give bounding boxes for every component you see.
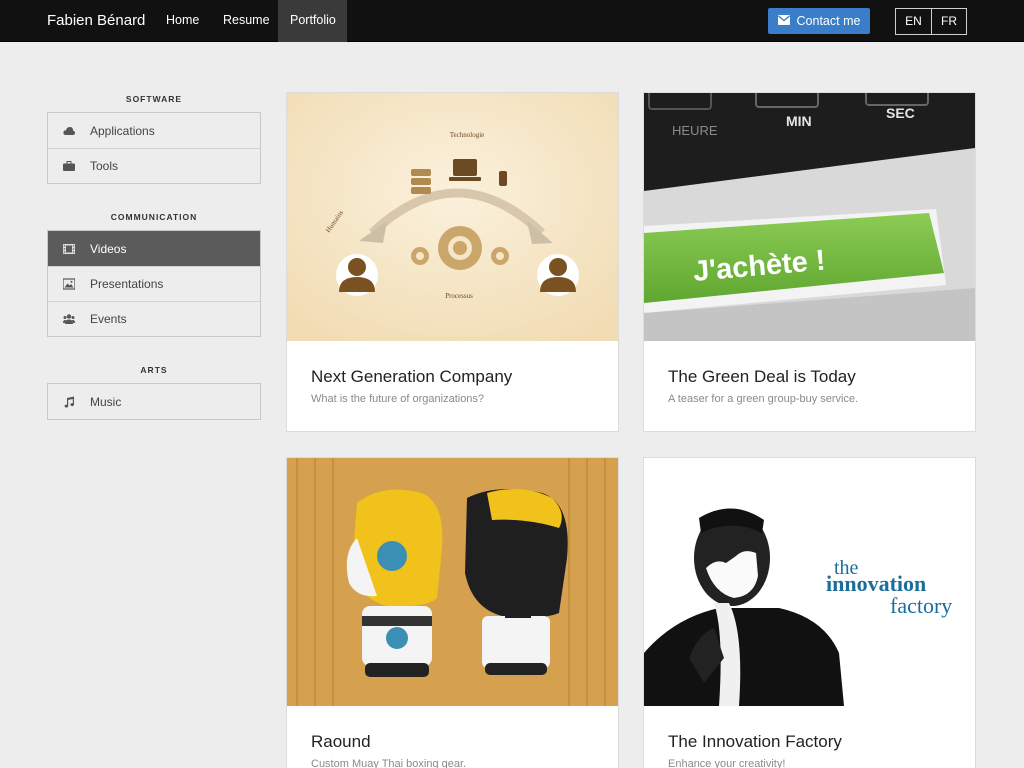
card-title[interactable]: The Innovation Factory: [668, 732, 975, 752]
envelope-icon: [777, 14, 790, 28]
sidebar-item-videos[interactable]: Videos: [48, 231, 260, 266]
music-icon: [62, 395, 76, 409]
section-title-arts: ARTS: [140, 365, 168, 375]
innovation-factory-logo-factory: factory: [890, 593, 952, 618]
sidebar-item-label: Events: [90, 312, 127, 326]
sidebar-item-music[interactable]: Music: [48, 384, 260, 419]
card-title[interactable]: Next Generation Company: [311, 367, 618, 387]
card-thumbnail: Technologie Humains Processus: [287, 93, 618, 341]
sidebar-item-label: Videos: [90, 241, 127, 256]
sidebar-item-label: Music: [90, 394, 122, 409]
nav-portfolio[interactable]: Portfolio: [278, 0, 347, 42]
card-thumbnail: [287, 458, 618, 706]
nav-resume[interactable]: Resume: [211, 0, 282, 42]
menu-software: Applications Tools: [47, 112, 261, 184]
sidebar-item-label: Tools: [90, 159, 119, 173]
image-icon: [62, 277, 76, 291]
menu-communication: Videos Presentations Events: [47, 230, 261, 337]
sidebar-item-tools[interactable]: Tools: [48, 148, 260, 183]
nav-home[interactable]: Home: [154, 0, 211, 42]
portfolio-card-next-generation[interactable]: Technologie Humains Processus Next Gener…: [286, 92, 619, 432]
film-icon: [62, 242, 76, 256]
contact-me-button[interactable]: Contact me: [768, 8, 870, 34]
card-thumbnail: the innovation factory: [644, 458, 975, 706]
card-title[interactable]: The Green Deal is Today: [668, 367, 975, 387]
portfolio-card-raound[interactable]: Raound Custom Muay Thai boxing gear.: [286, 457, 619, 768]
section-title-software: SOFTWARE: [125, 94, 183, 104]
card-title[interactable]: Raound: [311, 732, 618, 752]
green-deal-image: HEURE MIN SEC J'achète !: [644, 93, 975, 341]
section-title-communication: COMMUNICATION: [110, 212, 198, 222]
card-subtitle: Enhance your creativity!: [668, 758, 786, 768]
language-switcher: EN FR: [895, 8, 967, 35]
organization-diagram-image: Technologie Humains Processus: [287, 93, 618, 341]
heure-label: HEURE: [672, 123, 718, 138]
sidebar-item-applications[interactable]: Applications: [48, 113, 260, 148]
sidebar-item-events[interactable]: Events: [48, 301, 260, 336]
brand-name[interactable]: Fabien Bénard: [47, 0, 145, 42]
technologie-label: Technologie: [450, 131, 485, 139]
lang-fr-button[interactable]: FR: [931, 9, 966, 34]
sec-label: SEC: [886, 105, 915, 121]
min-label: MIN: [786, 113, 812, 129]
contact-me-label: Contact me: [796, 14, 861, 28]
cloud-icon: [62, 124, 76, 138]
menu-arts: Music: [47, 383, 261, 420]
card-subtitle: Custom Muay Thai boxing gear.: [311, 758, 467, 768]
lang-en-button[interactable]: EN: [896, 9, 931, 34]
users-icon: [62, 312, 76, 326]
card-thumbnail: HEURE MIN SEC J'achète !: [644, 93, 975, 341]
boxing-gloves-image: [287, 458, 618, 706]
sidebar-item-label: Presentations: [90, 277, 164, 291]
briefcase-icon: [62, 159, 76, 173]
card-subtitle: What is the future of organizations?: [311, 393, 485, 405]
card-subtitle: A teaser for a green group-buy service.: [668, 393, 859, 405]
sidebar-item-label: Applications: [90, 123, 155, 138]
top-navbar: Fabien Bénard Home Resume Portfolio Cont…: [0, 0, 1024, 42]
portfolio-card-green-deal[interactable]: HEURE MIN SEC J'achète ! The Green Deal …: [643, 92, 976, 432]
category-sidebar: SOFTWARE Applications Tools COMMUNICATIO…: [47, 92, 261, 446]
portfolio-card-innovation-factory[interactable]: the innovation factory The Innovation Fa…: [643, 457, 976, 768]
sidebar-item-presentations[interactable]: Presentations: [48, 266, 260, 301]
processus-label: Processus: [445, 292, 473, 300]
innovation-factory-image: the innovation factory: [644, 458, 975, 706]
